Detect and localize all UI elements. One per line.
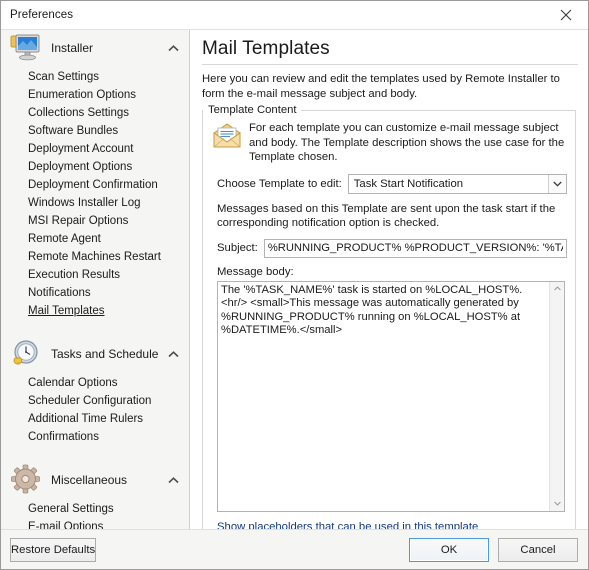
template-note: Messages based on this Template are sent…: [217, 202, 556, 230]
sidebar-item-scheduler-configuration[interactable]: Scheduler Configuration: [1, 392, 189, 410]
content-pane: Mail Templates Here you can review and e…: [190, 30, 588, 529]
sidebar-item-windows-installer-log[interactable]: Windows Installer Log: [1, 194, 189, 212]
sidebar-item-enumeration-options[interactable]: Enumeration Options: [1, 86, 189, 104]
title-divider: [202, 64, 578, 65]
subject-input[interactable]: [263, 238, 567, 258]
sidebar-item-notifications[interactable]: Notifications: [1, 284, 189, 302]
sidebar-group-tasks-and-schedule[interactable]: Tasks and Schedule: [1, 336, 189, 372]
subject-row: Subject:: [211, 238, 567, 258]
message-body-label: Message body:: [217, 265, 294, 278]
sidebar-item-msi-repair-options[interactable]: MSI Repair Options: [1, 212, 189, 230]
sidebar-item-deployment-confirmation[interactable]: Deployment Confirmation: [1, 176, 189, 194]
sidebar-item-mail-templates[interactable]: Mail Templates: [1, 302, 189, 320]
choose-template-row: Choose Template to edit: Task Start Noti…: [211, 173, 567, 194]
template-select[interactable]: Task Start Notification: [347, 173, 567, 194]
title-bar: Preferences: [1, 1, 588, 29]
clock-alarm-icon: [9, 338, 43, 370]
template-info-text: For each template you can customize e-ma…: [249, 122, 565, 163]
window-body: Installer Scan Settings Enumeration Opti…: [1, 29, 588, 529]
envelope-icon: [211, 122, 243, 150]
sidebar-item-e-mail-options[interactable]: E-mail Options: [1, 518, 189, 530]
subject-label: Subject:: [217, 242, 258, 254]
sidebar-item-collections-settings[interactable]: Collections Settings: [1, 104, 189, 122]
gear-icon: [9, 464, 43, 496]
show-placeholders-link[interactable]: Show placeholders that can be used in th…: [217, 521, 478, 530]
sidebar-item-scan-settings[interactable]: Scan Settings: [1, 68, 189, 86]
sidebar-item-remote-agent[interactable]: Remote Agent: [1, 230, 189, 248]
sidebar-item-deployment-account[interactable]: Deployment Account: [1, 140, 189, 158]
sidebar-item-remote-machines-restart[interactable]: Remote Machines Restart: [1, 248, 189, 266]
sidebar-list-tasks-and-schedule: Calendar Options Scheduler Configuration…: [1, 372, 189, 452]
ok-button[interactable]: OK: [409, 537, 489, 562]
chevron-up-icon[interactable]: [165, 40, 181, 56]
group-legend-label: Template Content: [203, 103, 301, 116]
message-body-textarea[interactable]: [218, 281, 549, 511]
sidebar-group-label: Installer: [51, 41, 94, 55]
preferences-window: Preferences Installer Scan Settings Enum…: [0, 0, 589, 570]
page-description: Here you can review and edit the templat…: [202, 73, 560, 100]
sidebar-list-miscellaneous: General Settings E-mail Options Program …: [1, 498, 189, 530]
sidebar-group-label: Tasks and Schedule: [51, 347, 159, 361]
chevron-down-icon[interactable]: [548, 174, 566, 193]
scroll-up-arrow-icon[interactable]: [550, 282, 565, 296]
sidebar-item-general-settings[interactable]: General Settings: [1, 500, 189, 518]
close-icon[interactable]: [544, 1, 588, 29]
message-body-scrollbar[interactable]: [549, 281, 565, 511]
installer-monitor-icon: [9, 32, 43, 64]
message-body-field: [217, 280, 565, 512]
page-title: Mail Templates: [202, 38, 330, 59]
sidebar-group-miscellaneous[interactable]: Miscellaneous: [1, 462, 189, 498]
group-legend: Template Content: [203, 103, 575, 116]
sidebar-group-installer[interactable]: Installer: [1, 30, 189, 66]
template-content-group: Template Content For each template you c…: [202, 103, 576, 530]
sidebar-item-deployment-options[interactable]: Deployment Options: [1, 158, 189, 176]
sidebar: Installer Scan Settings Enumeration Opti…: [1, 30, 190, 529]
footer-restore-defaults-button[interactable]: Restore Defaults: [10, 537, 97, 562]
scroll-down-arrow-icon[interactable]: [550, 497, 565, 511]
template-info-row: For each template you can customize e-ma…: [211, 121, 567, 165]
sidebar-item-execution-results[interactable]: Execution Results: [1, 266, 189, 284]
choose-template-label: Choose Template to edit:: [217, 177, 342, 190]
chevron-up-icon[interactable]: [165, 346, 181, 362]
sidebar-group-label: Miscellaneous: [51, 473, 128, 487]
sidebar-list-installer: Scan Settings Enumeration Options Collec…: [1, 66, 189, 326]
sidebar-item-calendar-options[interactable]: Calendar Options: [1, 374, 189, 392]
sidebar-item-confirmations[interactable]: Confirmations: [1, 428, 189, 446]
group-legend-rule: [300, 109, 575, 111]
sidebar-item-software-bundles[interactable]: Software Bundles: [1, 122, 189, 140]
chevron-up-icon[interactable]: [165, 472, 181, 488]
dialog-footer: Restore Defaults OK Cancel: [1, 529, 588, 569]
template-select-value: Task Start Notification: [353, 177, 464, 190]
window-title: Preferences: [10, 9, 74, 21]
cancel-button[interactable]: Cancel: [498, 537, 578, 562]
help-links: Show placeholders that can be used in th…: [211, 521, 567, 530]
sidebar-item-additional-time-rulers[interactable]: Additional Time Rulers: [1, 410, 189, 428]
